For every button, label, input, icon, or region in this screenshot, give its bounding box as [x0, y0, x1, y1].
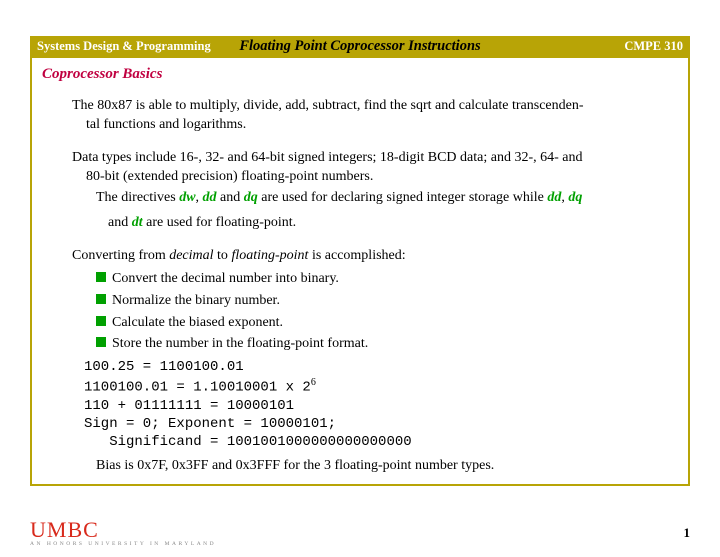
footer: UMBC AN HONORS UNIVERSITY IN MARYLAND 1 [30, 517, 690, 547]
square-bullet-icon [96, 337, 106, 347]
sep-and: and [217, 190, 244, 205]
conv-to: to [214, 248, 232, 263]
directives-line-1: The directives dw, dd and dq are used fo… [96, 187, 678, 208]
slide: Systems Design & Programming Floating Po… [30, 36, 690, 486]
bullet-item: Normalize the binary number. [96, 291, 678, 311]
bullet-text: Calculate the biased exponent. [112, 315, 283, 330]
code-l2-main: 1100100.01 = 1.10010001 x 2 [84, 380, 311, 396]
bullet-text: Store the number in the floating-point f… [112, 336, 368, 351]
code-line-4: Sign = 0; Exponent = 10000101; [84, 415, 678, 433]
section-title: Coprocessor Basics [42, 66, 678, 83]
conv-decimal: decimal [169, 248, 213, 263]
dir2-suffix: are used for floating-point. [143, 215, 297, 230]
directive-dt: dt [132, 215, 143, 230]
code-line-3: 110 + 01111111 = 10000101 [84, 397, 678, 415]
conv-a: Converting from [72, 248, 169, 263]
bullet-text: Convert the decimal number into binary. [112, 271, 339, 286]
code-line-5: Significand = 1001001000000000000000 [84, 433, 678, 451]
directive-dd: dd [203, 190, 217, 205]
p1-line-a: The 80x87 is able to multiply, divide, a… [72, 98, 584, 113]
code-line-2: 1100100.01 = 1.10010001 x 26 [84, 376, 678, 397]
directives-line-2: and dt are used for floating-point. [108, 212, 678, 233]
p2-line-b: 80-bit (extended precision) floating-poi… [86, 169, 373, 184]
square-bullet-icon [96, 272, 106, 282]
bias-line: Bias is 0x7F, 0x3FF and 0x3FFF for the 3… [96, 457, 678, 476]
dir-prefix: The directives [96, 190, 179, 205]
header-left: Systems Design & Programming [37, 39, 211, 54]
dir2-prefix: and [108, 215, 132, 230]
content-frame: Coprocessor Basics The 80x87 is able to … [30, 56, 690, 486]
directive-dw: dw [179, 190, 195, 205]
bullet-text: Normalize the binary number. [112, 293, 280, 308]
conv-fp: floating-point [231, 248, 308, 263]
directive-dq2: dq [568, 190, 582, 205]
umbc-tagline: AN HONORS UNIVERSITY IN MARYLAND [30, 541, 690, 547]
square-bullet-icon [96, 316, 106, 326]
bullet-item: Convert the decimal number into binary. [96, 269, 678, 289]
square-bullet-icon [96, 294, 106, 304]
bullet-item: Calculate the biased exponent. [96, 313, 678, 333]
p1-line-b: tal functions and logarithms. [86, 117, 246, 132]
page-number: 1 [684, 525, 691, 541]
dir-mid: are used for declaring signed integer st… [258, 190, 548, 205]
directive-dd2: dd [547, 190, 561, 205]
header-right: CMPE 310 [624, 39, 683, 54]
directive-dq: dq [244, 190, 258, 205]
bullet-item: Store the number in the floating-point f… [96, 334, 678, 354]
header-bar: Systems Design & Programming Floating Po… [30, 36, 690, 56]
sep1: , [196, 190, 203, 205]
code-line-1: 100.25 = 1100100.01 [84, 358, 678, 376]
code-l2-sup: 6 [311, 377, 316, 388]
p2-line-a: Data types include 16-, 32- and 64-bit s… [72, 150, 583, 165]
paragraph-1: The 80x87 is able to multiply, divide, a… [72, 97, 678, 135]
convert-intro: Converting from decimal to floating-poin… [72, 247, 678, 266]
paragraph-2: Data types include 16-, 32- and 64-bit s… [72, 149, 678, 187]
conv-b: is accomplished: [308, 248, 405, 263]
umbc-logo: UMBC [30, 517, 690, 543]
